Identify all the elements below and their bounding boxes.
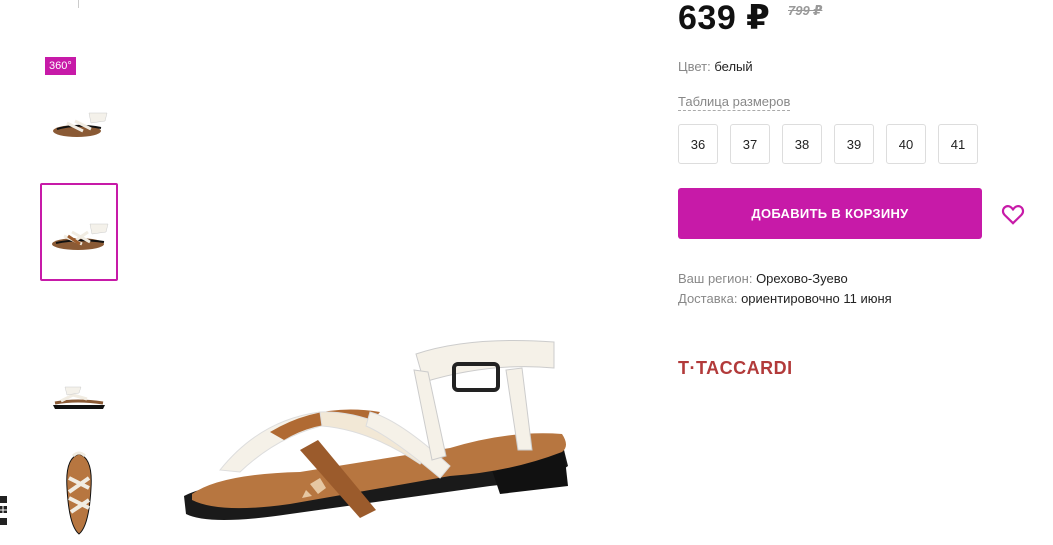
brand-logo[interactable]: T·TACCARDI [678, 358, 793, 379]
size-option-41[interactable]: 41 [938, 124, 978, 164]
gallery-divider [78, 0, 79, 8]
product-color: Цвет: белый [678, 59, 753, 74]
thumbnail-360-view[interactable] [40, 72, 118, 170]
delivery-label: Доставка: [678, 291, 738, 306]
product-main-image[interactable] [170, 300, 610, 540]
size-selector: 36 37 38 39 40 41 [678, 124, 978, 164]
delivery-info: Ваш регион: Орехово-Зуево Доставка: орие… [678, 269, 892, 309]
size-option-40[interactable]: 40 [886, 124, 926, 164]
sandal-thumbnail-image [53, 112, 108, 137]
region-row: Ваш регион: Орехово-Зуево [678, 269, 892, 289]
size-option-38[interactable]: 38 [782, 124, 822, 164]
region-label: Ваш регион: [678, 271, 753, 286]
thumbnail-side-view[interactable] [40, 183, 118, 281]
thumbnail-profile-view[interactable] [40, 342, 118, 440]
sandal-thumbnail-image [52, 223, 109, 250]
size-option-37[interactable]: 37 [730, 124, 770, 164]
delivery-row: Доставка: ориентировочно 11 июня [678, 289, 892, 309]
thumbnail-top-view[interactable] [40, 444, 118, 542]
size-table-link[interactable]: Таблица размеров [678, 94, 791, 111]
add-to-cart-button[interactable]: ДОБАВИТЬ В КОРЗИНУ [678, 188, 982, 239]
color-label: Цвет: [678, 59, 711, 74]
size-option-39[interactable]: 39 [834, 124, 874, 164]
page-widget-icon[interactable] [0, 494, 10, 532]
color-value: белый [714, 59, 753, 74]
product-old-price: 799 ₽ [788, 3, 823, 18]
size-option-36[interactable]: 36 [678, 124, 718, 164]
heart-icon [1001, 205, 1025, 225]
delivery-value: ориентировочно 11 июня [741, 291, 892, 306]
add-to-favorites-button[interactable] [1000, 201, 1026, 227]
product-price: 639 ₽ [678, 0, 771, 37]
region-value[interactable]: Орехово-Зуево [756, 271, 848, 286]
sandal-thumbnail-image [53, 386, 105, 409]
sandal-thumbnail-image [66, 451, 92, 535]
